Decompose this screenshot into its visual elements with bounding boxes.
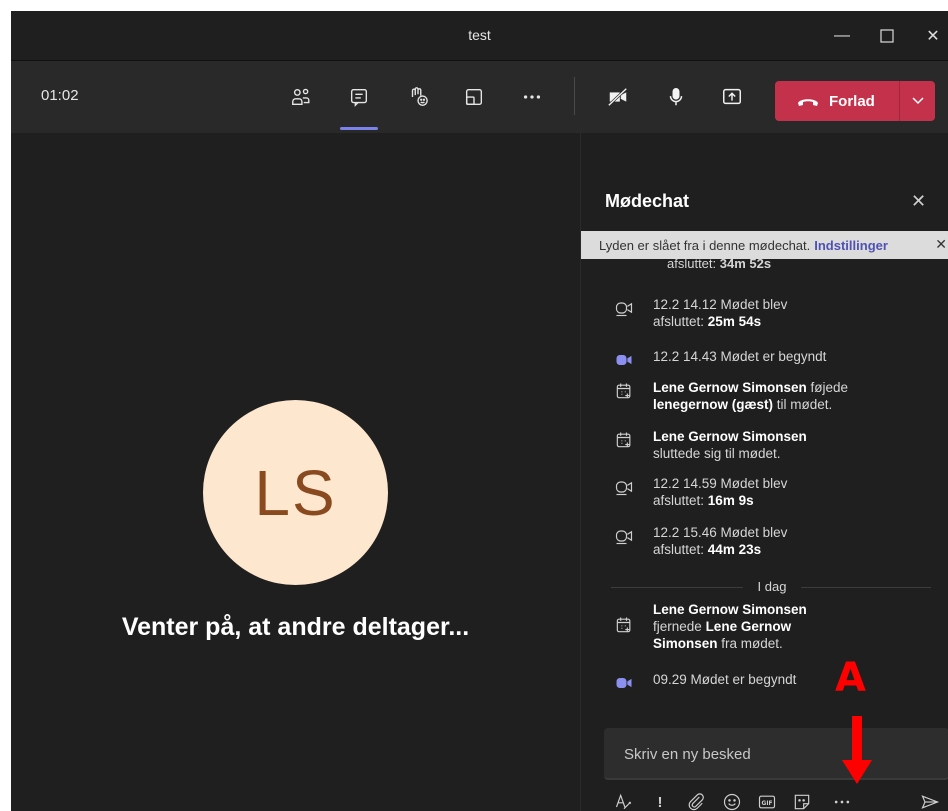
- chat-active-indicator: [340, 127, 378, 130]
- list-item: Lene Gernow Simonsen føjede lenegernow (g…: [611, 379, 941, 413]
- compose-toolbar: ! GIF: [611, 789, 941, 811]
- calendar-add-icon: [611, 379, 637, 413]
- annotation-arrow: [842, 716, 872, 784]
- list-item: 09.29 Mødet er begyndt: [611, 671, 941, 693]
- leave-button[interactable]: Forlad: [775, 81, 935, 121]
- meeting-ended-icon: [611, 475, 637, 509]
- compose-placeholder: Skriv en ny besked: [624, 746, 751, 763]
- title-bar: test — ✕: [11, 11, 948, 61]
- divider-label: I dag: [757, 579, 787, 594]
- avatar-initials: LS: [254, 456, 337, 529]
- list-item: 12.2 14.43 Mødet er begyndt: [611, 348, 941, 370]
- meeting-ended-icon: [611, 524, 637, 558]
- list-item: 12.2 14.12 Mødet blev afsluttet: 25m 54s: [611, 296, 941, 330]
- partial-message: afsluttet: 34m 52s: [667, 259, 772, 271]
- camera-off-icon[interactable]: [600, 79, 636, 115]
- raise-hand-icon[interactable]: [400, 79, 436, 115]
- send-icon[interactable]: [917, 789, 943, 811]
- attach-icon[interactable]: [683, 789, 709, 811]
- gif-icon[interactable]: GIF: [754, 789, 780, 811]
- list-item: 12.2 15.46 Mødet blev afsluttet: 44m 23s: [611, 524, 941, 558]
- list-item: 12.2 14.59 Mødet blev afsluttet: 16m 9s: [611, 475, 941, 509]
- chevron-down-icon[interactable]: [899, 81, 935, 121]
- rooms-icon[interactable]: [456, 79, 492, 115]
- emoji-icon[interactable]: [719, 789, 745, 811]
- people-icon[interactable]: [283, 79, 319, 115]
- important-icon[interactable]: !: [647, 789, 673, 811]
- meeting-toolbar: 01:02 Forlad: [11, 61, 948, 133]
- close-icon[interactable]: ✕: [935, 236, 947, 253]
- meeting-chat-panel: Mødechat ✕ afsluttet: 34m 52s Lyden er s…: [580, 133, 948, 811]
- close-icon[interactable]: ✕: [911, 191, 926, 212]
- teams-window: test — ✕ 01:02 Forlad LS Venter på, at a…: [0, 0, 948, 811]
- more-icon[interactable]: [514, 79, 550, 115]
- hangup-icon: [798, 99, 818, 106]
- close-icon[interactable]: ✕: [913, 23, 948, 49]
- leave-label: Forlad: [829, 92, 875, 110]
- sticker-icon[interactable]: [789, 789, 815, 811]
- more-icon[interactable]: [829, 789, 855, 811]
- annotation-label: A: [835, 655, 866, 701]
- maximize-icon[interactable]: [867, 23, 907, 49]
- meeting-stage: LS Venter på, at andre deltager...: [11, 133, 580, 811]
- banner-text: Lyden er slået fra i denne mødechat.: [599, 237, 811, 253]
- meeting-timer: 01:02: [41, 87, 79, 104]
- mute-banner: Lyden er slået fra i denne mødechat. Ind…: [581, 231, 948, 259]
- chat-icon[interactable]: [341, 79, 377, 115]
- window-title: test: [468, 27, 491, 43]
- format-icon[interactable]: [611, 789, 637, 811]
- list-item: Lene Gernow Simonsen sluttede sig til mød…: [611, 428, 941, 462]
- date-divider: I dag: [611, 577, 931, 597]
- leave-main[interactable]: Forlad: [775, 81, 899, 121]
- meeting-started-icon: [611, 671, 637, 693]
- svg-text:GIF: GIF: [762, 801, 773, 807]
- waiting-text: Venter på, at andre deltager...: [121, 613, 470, 641]
- share-icon[interactable]: [714, 79, 750, 115]
- calendar-add-icon: [611, 428, 637, 462]
- settings-link[interactable]: Indstillinger: [814, 238, 888, 253]
- chat-title: Mødechat: [605, 191, 690, 211]
- meeting-ended-icon: [611, 296, 637, 330]
- meeting-started-icon: [611, 348, 637, 370]
- calendar-add-icon: [611, 601, 637, 652]
- avatar: LS: [203, 400, 388, 585]
- microphone-icon[interactable]: [658, 79, 694, 115]
- list-item: Lene Gernow Simonsen fjernede Lene Gernow…: [611, 601, 941, 652]
- toolbar-separator: [574, 77, 575, 115]
- minimize-icon[interactable]: —: [822, 23, 862, 49]
- compose-input[interactable]: Skriv en ny besked: [604, 728, 948, 780]
